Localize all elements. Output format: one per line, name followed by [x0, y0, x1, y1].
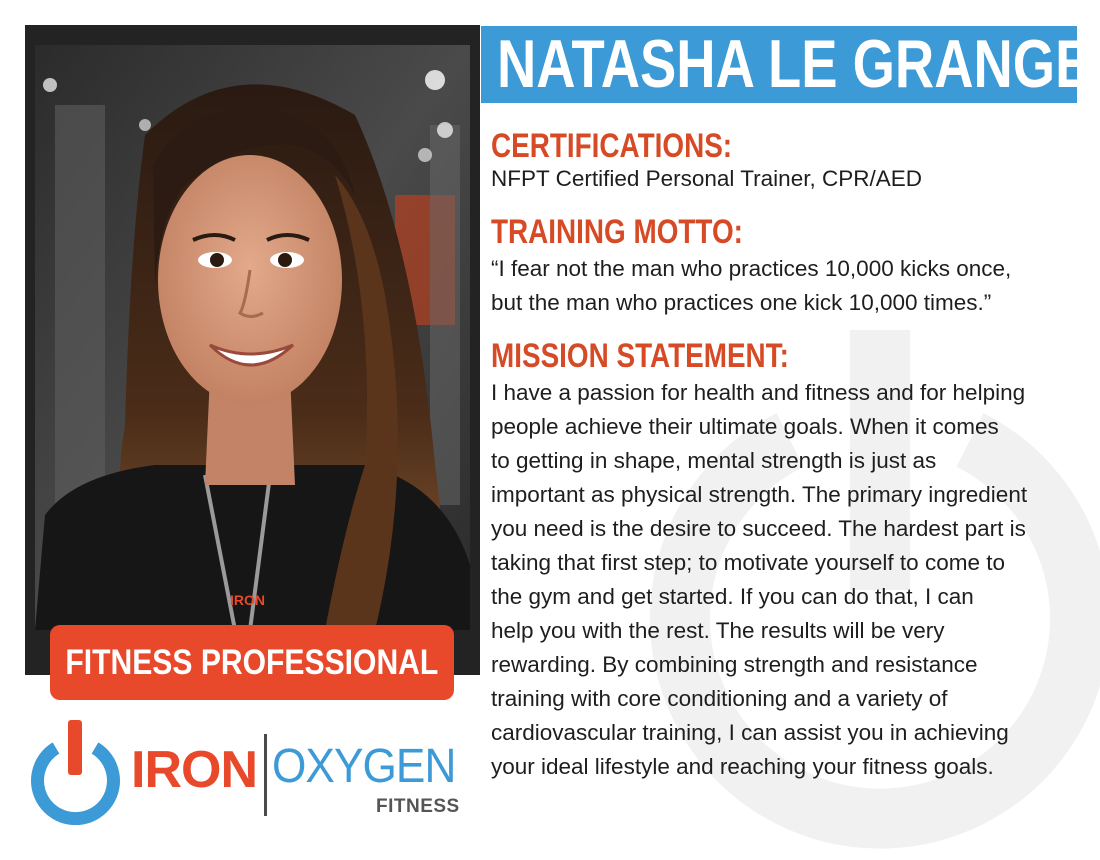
motto-line: “I fear not the man who practices 10,000… [491, 256, 1012, 281]
mission-line: you need is the desire to succeed. The h… [491, 516, 1026, 541]
motto-section: TRAINING MOTTO: “I fear not the man who … [491, 212, 1091, 320]
motto-heading: TRAINING MOTTO: [491, 213, 743, 251]
certifications-section: CERTIFICATIONS: NFPT Certified Personal … [491, 126, 1091, 196]
motto-line: but the man who practices one kick 10,00… [491, 290, 992, 315]
mission-line: the gym and get started. If you can do t… [491, 584, 974, 609]
brand-logo: IRON OXYGEN FITNESS [28, 720, 468, 825]
logo-divider [264, 734, 267, 816]
mission-line: your ideal lifestyle and reaching your f… [491, 754, 994, 779]
mission-line: rewarding. By combining strength and res… [491, 652, 978, 677]
logo-fitness-text: FITNESS [376, 796, 460, 817]
power-icon [31, 720, 120, 825]
mission-line: training with core conditioning and a va… [491, 686, 948, 711]
profile-content: CERTIFICATIONS: NFPT Certified Personal … [491, 126, 1091, 784]
mission-section: MISSION STATEMENT: I have a passion for … [491, 336, 1091, 784]
logo-oxygen-text: OXYGEN [272, 740, 456, 793]
mission-heading: MISSION STATEMENT: [491, 337, 789, 375]
photo-frame: IRON [25, 25, 480, 675]
mission-line: taking that first step; to motivate your… [491, 550, 1005, 575]
mission-line: help you with the rest. The results will… [491, 618, 945, 643]
trainer-photo: IRON [35, 45, 470, 630]
logo-iron-text: IRON [131, 741, 258, 799]
mission-line: people achieve their ultimate goals. Whe… [491, 414, 999, 439]
mission-line: important as physical strength. The prim… [491, 482, 1028, 507]
trainer-name: NATASHA LE GRANGE [497, 26, 1077, 102]
mission-line: cardiovascular training, I can assist yo… [491, 720, 1009, 745]
role-badge: FITNESS PROFESSIONAL [50, 625, 454, 700]
role-label: FITNESS PROFESSIONAL [65, 642, 439, 682]
certifications-text: NFPT Certified Personal Trainer, CPR/AED [491, 166, 922, 191]
name-banner: NATASHA LE GRANGE [481, 26, 1077, 103]
certifications-heading: CERTIFICATIONS: [491, 127, 733, 165]
svg-text:IRON: IRON [230, 592, 265, 608]
mission-line: I have a passion for health and fitness … [491, 380, 1026, 405]
mission-line: to getting in shape, mental strength is … [491, 448, 937, 473]
